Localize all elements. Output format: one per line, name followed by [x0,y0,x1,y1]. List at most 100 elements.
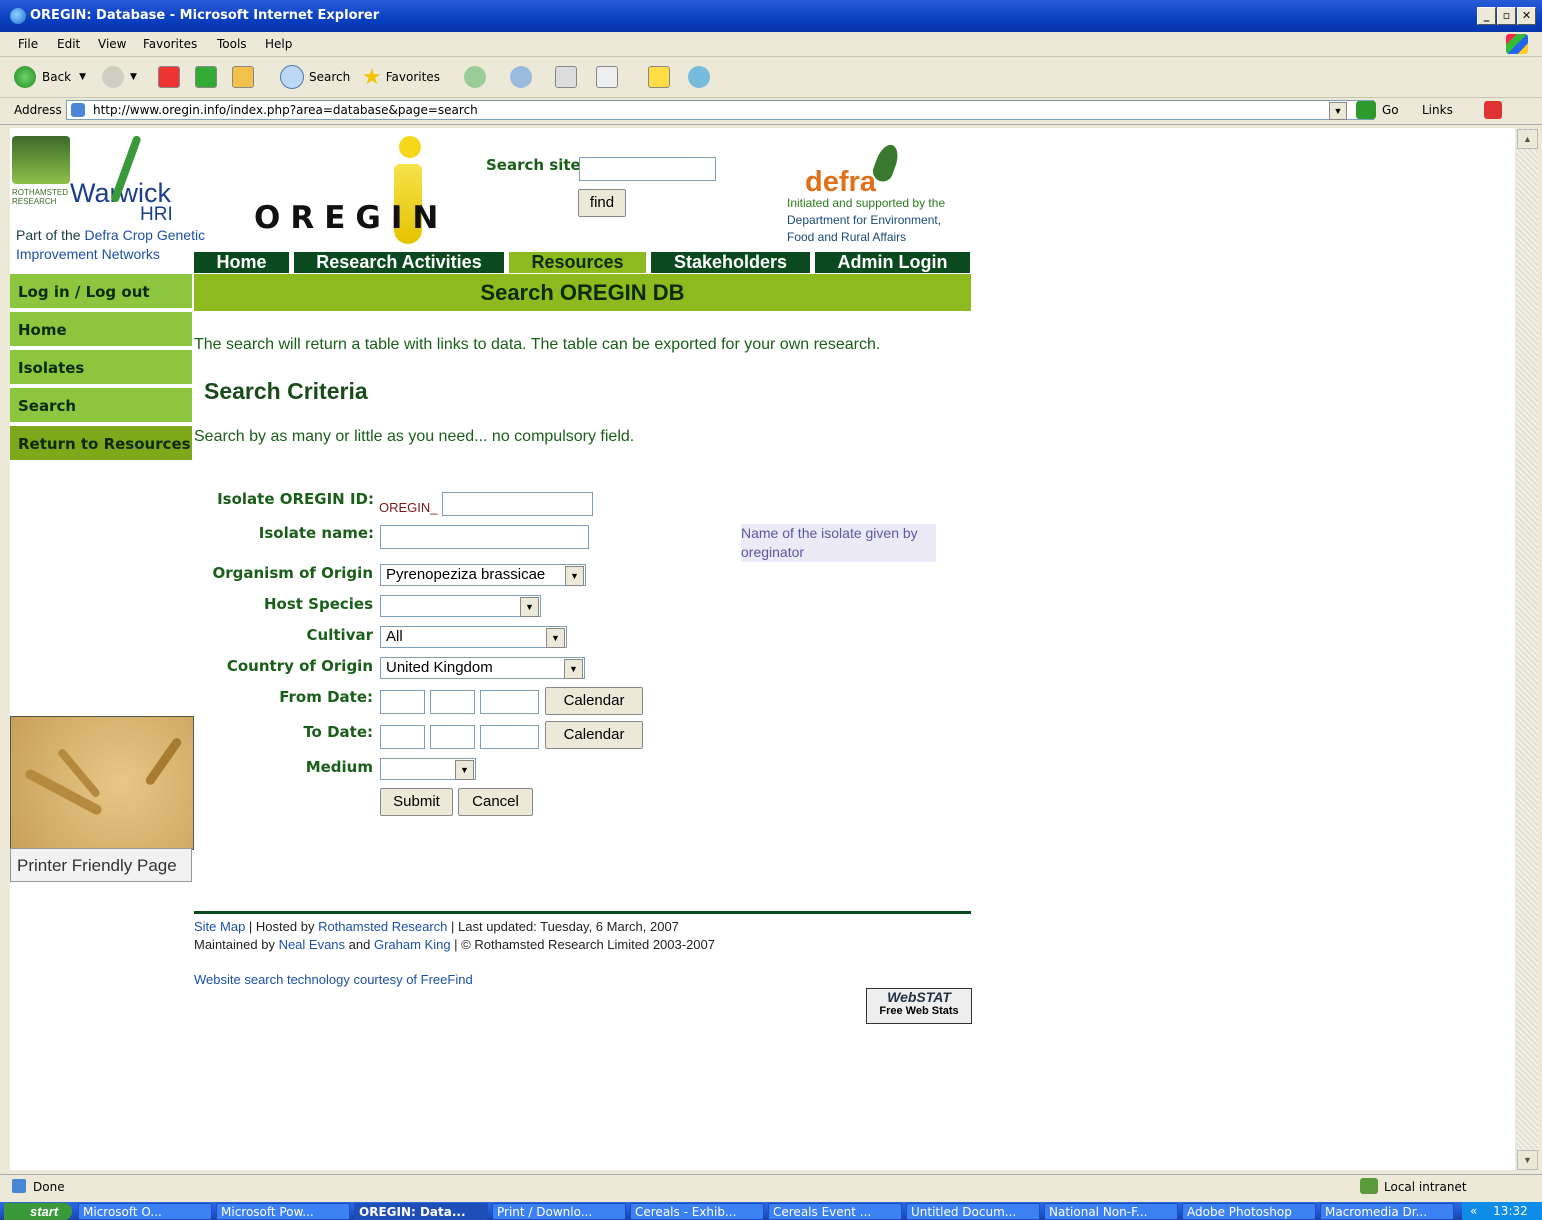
printer-friendly-link[interactable]: Printer Friendly Page [10,848,192,882]
chevron-down-icon: ▼ [564,659,583,679]
task-item[interactable]: Print / Downlo... [492,1203,626,1220]
scroll-up-icon[interactable]: ▲ [1517,129,1538,149]
vertical-scrollbar[interactable]: ▲ ▼ [1516,128,1538,1170]
sidebar-item-home[interactable]: Home [10,312,192,348]
task-item[interactable]: Microsoft Pow... [216,1203,350,1220]
mail-button[interactable] [510,65,532,89]
cultivar-select[interactable]: All ▼ [380,626,567,648]
menu-tools[interactable]: Tools [217,37,247,51]
edit-button[interactable] [596,65,618,89]
sidebar-item-login[interactable]: Log in / Log out [10,274,192,310]
from-month-input[interactable] [430,690,475,714]
task-item[interactable]: Microsoft O... [78,1203,212,1220]
menu-file[interactable]: File [18,37,38,51]
organism-select[interactable]: Pyrenopeziza brassicae ▼ [380,564,586,586]
from-date-label: From Date: [279,688,373,706]
favorites-button[interactable]: ★ Favorites [362,65,440,90]
tab-home[interactable]: Home [194,252,289,273]
oregin-id-input[interactable] [442,492,593,516]
to-calendar-button[interactable]: Calendar [545,721,643,749]
host-species-select[interactable]: ▼ [380,595,541,617]
stop-button[interactable] [158,65,180,89]
site-search-input[interactable] [579,157,716,181]
sidebar-item-search[interactable]: Search [10,388,192,424]
tab-research-activities[interactable]: Research Activities [294,252,504,273]
sitemap-link[interactable]: Site Map [194,919,245,934]
task-item[interactable]: Macromedia Dr... [1320,1203,1454,1220]
defra-text-3: Food and Rural Affairs [787,230,907,244]
part-of-prefix: Part of the [16,227,85,243]
messenger-button[interactable] [688,65,710,89]
chevron-down-icon: ▼ [79,72,87,82]
rothamsted-link[interactable]: Rothamsted Research [318,919,447,934]
defra-logo: defra [805,166,876,198]
tab-admin-login[interactable]: Admin Login [815,252,970,273]
back-button[interactable]: Back ▼ [14,65,86,89]
address-input[interactable]: http://www.oregin.info/index.php?area=da… [66,100,1374,120]
menu-help[interactable]: Help [265,37,292,51]
task-item[interactable]: Adobe Photoshop [1182,1203,1316,1220]
cultivar-label: Cultivar [306,626,373,644]
submit-button[interactable]: Submit [380,788,453,816]
defra-network-link[interactable]: Defra Crop Genetic [84,227,205,243]
address-url: http://www.oregin.info/index.php?area=da… [93,103,478,117]
go-arrow-icon[interactable] [1356,101,1376,119]
sidebar-item-isolates[interactable]: Isolates [10,350,192,386]
sidebar-item-return[interactable]: Return to Resources [10,426,192,462]
networks-link[interactable]: Improvement Networks [16,246,160,262]
country-value: United Kingdom [386,659,493,676]
webstat-badge[interactable]: WebSTAT Free Web Stats [866,988,972,1024]
maximize-button[interactable]: ▫ [1497,7,1516,25]
find-button[interactable]: find [578,189,626,217]
start-button[interactable]: start [4,1203,72,1220]
neal-evans-link[interactable]: Neal Evans [279,937,345,952]
to-day-input[interactable] [380,725,425,749]
oregin-id-label: Isolate OREGIN ID: [217,490,374,508]
task-item[interactable]: OREGIN: Data... [354,1203,488,1220]
address-dropdown-icon[interactable]: ▼ [1329,102,1347,120]
refresh-button[interactable] [195,65,217,89]
scroll-down-icon[interactable]: ▼ [1517,1150,1538,1170]
task-item[interactable]: Cereals Event ... [768,1203,902,1220]
go-button[interactable]: Go [1382,103,1399,117]
print-button[interactable] [555,65,577,89]
chevron-down-icon: ▼ [520,597,539,617]
menu-view[interactable]: View [98,37,126,51]
isolate-name-label: Isolate name: [258,524,374,542]
graham-king-link[interactable]: Graham King [374,937,451,952]
task-item[interactable]: National Non-F... [1044,1203,1178,1220]
search-button[interactable]: Search [280,65,350,89]
acrobat-icon[interactable] [1484,101,1502,119]
from-day-input[interactable] [380,690,425,714]
cancel-button[interactable]: Cancel [458,788,533,816]
discuss-button[interactable] [648,65,670,89]
footer-divider [194,911,971,914]
minimize-button[interactable]: _ [1477,7,1496,25]
menu-edit[interactable]: Edit [57,37,80,51]
address-bar: Address http://www.oregin.info/index.php… [0,98,1542,125]
from-calendar-button[interactable]: Calendar [545,687,643,715]
hosted-by-text: | Hosted by [245,919,319,934]
country-select[interactable]: United Kingdom ▼ [380,657,585,679]
forward-button[interactable]: ▼ [102,65,137,89]
home-button[interactable] [232,65,254,89]
defra-text-1: Initiated and supported by the [787,196,946,210]
isolate-name-input[interactable] [380,525,589,549]
history-button[interactable] [464,65,486,89]
links-button[interactable]: Links [1422,103,1453,117]
freefind-link[interactable]: Website search technology courtesy of Fr… [194,972,473,987]
status-bar: Done Local intranet [0,1174,1542,1199]
tab-resources[interactable]: Resources [509,252,646,273]
tab-stakeholders[interactable]: Stakeholders [651,252,810,273]
chevron-left-icon[interactable]: « [1470,1204,1477,1218]
medium-select[interactable]: ▼ [380,758,476,780]
task-item[interactable]: Cereals - Exhib... [630,1203,764,1220]
to-month-input[interactable] [430,725,475,749]
close-button[interactable]: ✕ [1517,7,1536,25]
ie-icon [10,8,26,24]
clock: 13:32 [1493,1204,1528,1218]
task-item[interactable]: Untitled Docum... [906,1203,1040,1220]
menu-favorites[interactable]: Favorites [143,37,197,51]
to-year-input[interactable] [480,725,539,749]
from-year-input[interactable] [480,690,539,714]
